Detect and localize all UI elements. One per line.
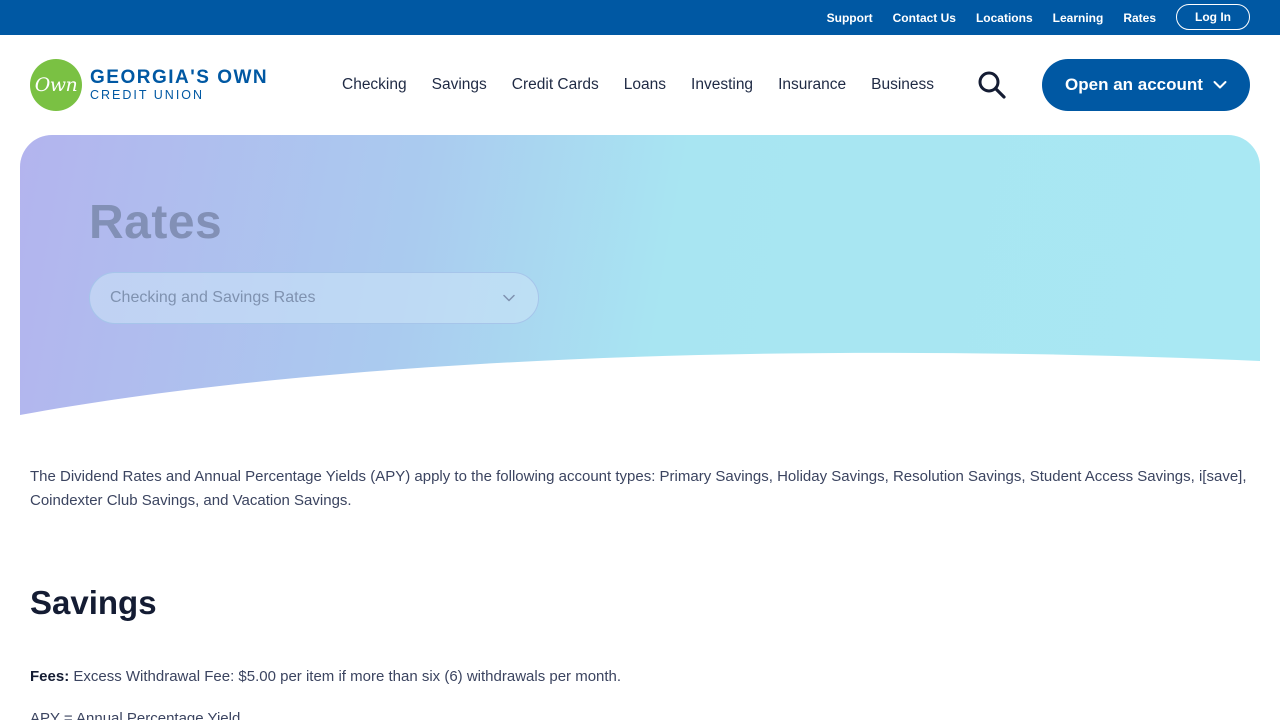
search-icon (978, 71, 1006, 99)
rates-select-value: Checking and Savings Rates (110, 289, 316, 306)
nav-item-insurance[interactable]: Insurance (778, 76, 846, 94)
main-nav: Checking Savings Credit Cards Loans Inve… (342, 74, 959, 96)
section-title-savings: Savings (30, 584, 157, 621)
fees-text: Excess Withdrawal Fee: $5.00 per item if… (69, 668, 622, 685)
nav-item-investing[interactable]: Investing (691, 76, 753, 94)
page-title: Rates (89, 196, 223, 249)
fees-line: Fees: Excess Withdrawal Fee: $5.00 per i… (30, 666, 621, 688)
intro-paragraph: The Dividend Rates and Annual Percentage… (30, 468, 1247, 509)
login-button[interactable]: Log In (1176, 4, 1250, 30)
utility-link-learning[interactable]: Learning (1053, 11, 1104, 25)
utility-bar: Support Contact Us Locations Learning Ra… (0, 0, 1280, 35)
utility-links: Support Contact Us Locations Learning Ra… (807, 0, 1156, 35)
nav-item-credit-cards[interactable]: Credit Cards (512, 76, 599, 94)
search-button[interactable] (976, 70, 1008, 100)
chevron-down-icon (1213, 81, 1227, 89)
utility-link-contact-us[interactable]: Contact Us (893, 11, 956, 25)
utility-link-support[interactable]: Support (827, 11, 873, 25)
nav-item-savings[interactable]: Savings (432, 76, 487, 94)
logo-sub: CREDIT UNION (90, 88, 205, 103)
hero-banner: Rates Checking and Savings Rates (20, 135, 1260, 415)
open-account-label: Open an account (1065, 75, 1203, 94)
logo-text: GEORGIA'S OWN CREDIT UNION (90, 68, 268, 102)
fees-label: Fees: (30, 668, 70, 685)
logo-name: GEORGIA'S OWN (90, 67, 269, 89)
nav-item-loans[interactable]: Loans (624, 76, 666, 94)
logo-badge: Own (30, 59, 82, 111)
nav-item-business[interactable]: Business (871, 76, 934, 94)
nav-item-checking[interactable]: Checking (342, 76, 407, 94)
utility-link-rates[interactable]: Rates (1123, 11, 1156, 25)
rates-category-select[interactable]: Checking and Savings Rates (89, 272, 539, 324)
apy-definition: APY = Annual Percentage Yield (30, 710, 241, 720)
open-account-button[interactable]: Open an account (1042, 59, 1250, 111)
chevron-down-icon (503, 294, 515, 302)
utility-link-locations[interactable]: Locations (976, 11, 1033, 25)
logo[interactable]: Own GEORGIA'S OWN CREDIT UNION (30, 59, 268, 111)
